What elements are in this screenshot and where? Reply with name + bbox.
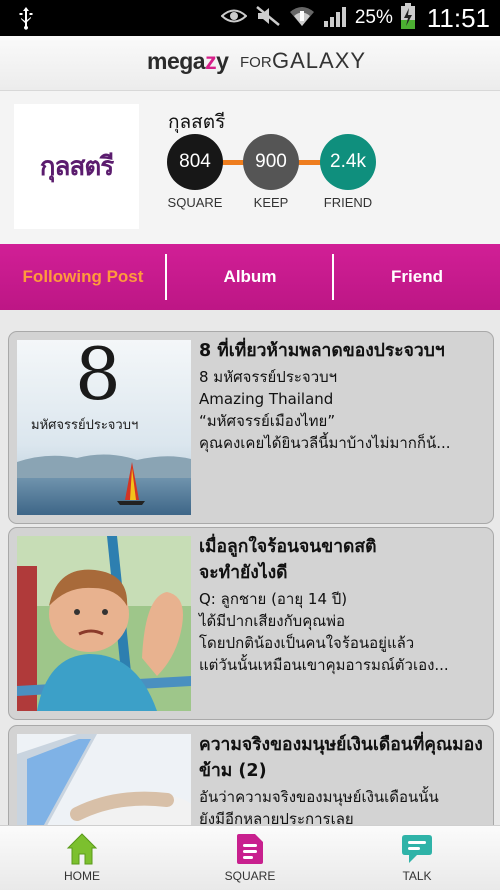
post-thumbnail[interactable] <box>17 734 191 825</box>
thumb-caption: มหัศจรรย์ประจวบฯ <box>31 418 139 433</box>
nav-home[interactable]: HOME <box>22 826 142 890</box>
keep-label: KEEP <box>253 195 289 210</box>
brand-galaxy-text: GALAXY <box>272 48 367 73</box>
post-title[interactable]: ความจริงของมนุษย์เงินเดือนที่คุณมองข้าม … <box>199 732 489 784</box>
brand-for-text: FOR <box>240 54 272 71</box>
post-card[interactable]: เมื่อลูกใจร้อนจนขาดสติ จะทำยังไงดี Q: ลู… <box>8 527 494 720</box>
brand-suffix: y <box>216 48 229 74</box>
post-excerpt: Q: ลูกชาย (อายุ 14 ปี) ได้มีปากเสียงกับค… <box>199 590 449 674</box>
nav-talk[interactable]: TALK <box>357 826 477 890</box>
post-thumbnail[interactable]: 8 มหัศจรรย์ประจวบฯ <box>17 332 191 515</box>
profile-header: กุลสตรี กุลสตรี 804 900 2.4k SQUARE KEEP… <box>0 91 500 244</box>
usb-icon <box>18 6 34 34</box>
square-label: SQUARE <box>167 195 223 210</box>
square-count-badge[interactable]: 804 <box>167 134 223 190</box>
nav-square-label: SQUARE <box>224 869 276 883</box>
tab-album[interactable]: Album <box>167 244 333 310</box>
eye-icon <box>220 8 248 28</box>
brand-prefix: mega <box>147 48 206 74</box>
friend-label: FRIEND <box>323 195 373 210</box>
post-thumbnail[interactable] <box>17 536 191 711</box>
nav-home-label: HOME <box>64 869 100 883</box>
signal-icon <box>323 5 347 31</box>
bottom-nav: HOME SQUARE TALK <box>0 825 500 890</box>
talk-icon <box>402 835 432 863</box>
keep-count-badge[interactable]: 900 <box>243 134 299 190</box>
mute-icon <box>255 5 281 31</box>
post-title[interactable]: 8 ที่เที่ยวห้ามพลาดของประจวบฯ <box>199 338 489 364</box>
post-title[interactable]: เมื่อลูกใจร้อนจนขาดสติ จะทำยังไงดี <box>199 534 489 586</box>
clock: 11:51 <box>426 2 490 33</box>
status-bar: 25% 11:51 <box>0 0 500 36</box>
battery-charging-icon <box>400 3 415 33</box>
battery-percent: 25% <box>354 7 393 28</box>
brand-z: z <box>205 48 217 74</box>
tab-bar: Following Post Album Friend <box>0 244 500 310</box>
post-card[interactable]: 8 มหัศจรรย์ประจวบฯ 8 ที่เที่ยวห้ามพลาดขอ… <box>8 331 494 524</box>
square-icon <box>237 834 263 864</box>
app-header: megazy FOR GALAXY <box>0 36 500 91</box>
post-card[interactable]: ความจริงของมนุษย์เงินเดือนที่คุณมองข้าม … <box>8 725 494 825</box>
nav-square[interactable]: SQUARE <box>190 826 310 890</box>
tab-following-post[interactable]: Following Post <box>0 244 166 310</box>
nav-talk-label: TALK <box>402 869 432 883</box>
friend-count-badge[interactable]: 2.4k <box>320 134 376 190</box>
thumb-numeral: 8 <box>75 332 121 416</box>
post-feed[interactable]: 8 มหัศจรรย์ประจวบฯ 8 ที่เที่ยวห้ามพลาดขอ… <box>0 310 500 825</box>
post-excerpt: 8 มหัศจรรย์ประจวบฯ Amazing Thailand “มหั… <box>199 368 451 452</box>
home-icon <box>66 833 98 865</box>
brand-logo: megazy <box>147 48 229 75</box>
profile-logo-text: กุลสตรี <box>39 152 114 182</box>
wifi-icon <box>289 5 315 31</box>
tab-friend[interactable]: Friend <box>334 244 500 310</box>
profile-name: กุลสตรี <box>168 111 226 133</box>
profile-logo[interactable]: กุลสตรี <box>14 104 139 229</box>
post-excerpt: อันว่าความจริงของมนุษย์เงินเดือนนั้น ยัง… <box>199 788 439 825</box>
